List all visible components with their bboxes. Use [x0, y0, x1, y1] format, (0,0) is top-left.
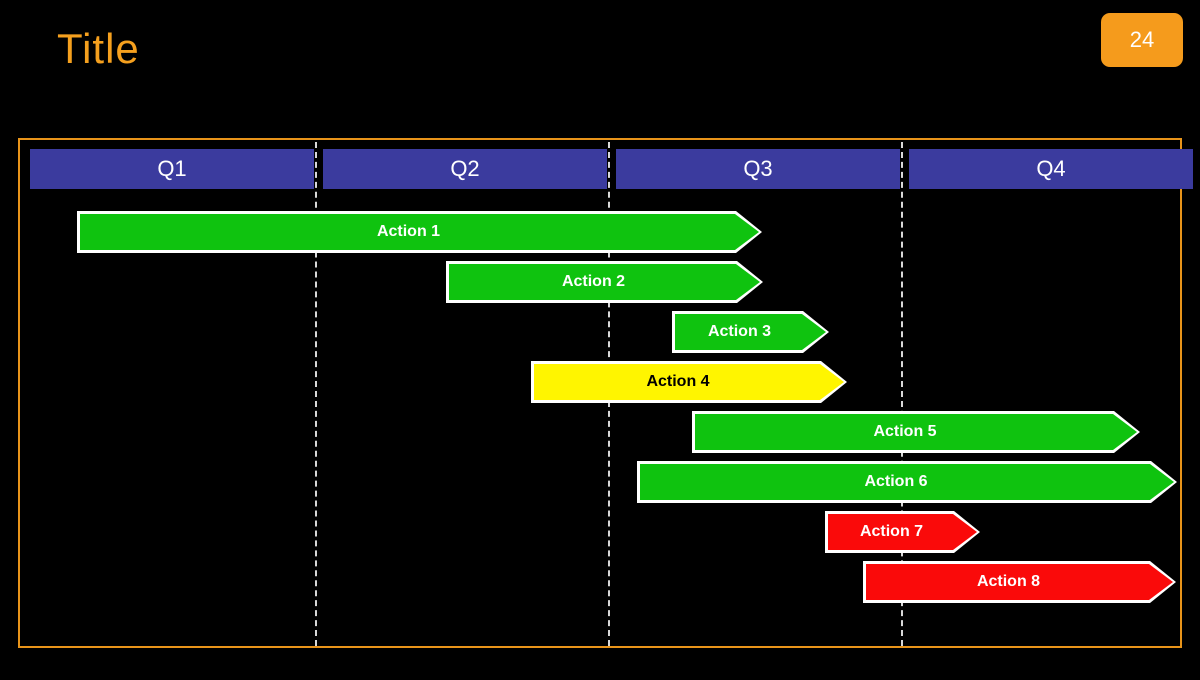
gantt-bar-fill	[80, 214, 759, 250]
gantt-bar-outline	[637, 461, 1177, 503]
gantt-bar-6[interactable]: Action 6	[637, 461, 1177, 503]
quarter-header-q3: Q3	[616, 149, 900, 189]
gantt-bar-4[interactable]: Action 4	[531, 361, 847, 403]
gantt-bar-outline	[77, 211, 762, 253]
gantt-bar-1[interactable]: Action 1	[77, 211, 762, 253]
gantt-bar-7[interactable]: Action 7	[825, 511, 980, 553]
gantt-bar-outline	[672, 311, 829, 353]
gantt-bar-fill	[640, 464, 1174, 500]
quarter-header-label: Q2	[450, 156, 480, 181]
page-number-badge-label: 24	[1129, 27, 1155, 52]
gantt-bar-5[interactable]: Action 5	[692, 411, 1140, 453]
gantt-bar-fill	[866, 564, 1173, 600]
quarter-header-label: Q3	[743, 156, 773, 181]
gantt-bar-outline	[446, 261, 763, 303]
gantt-bar-fill	[695, 414, 1137, 450]
gantt-bar-fill	[675, 314, 826, 350]
quarter-header-q2: Q2	[323, 149, 607, 189]
gantt-bar-fill	[828, 514, 977, 550]
quarter-header-label: Q4	[1036, 156, 1066, 181]
quarter-header-q4: Q4	[909, 149, 1193, 189]
gantt-bar-3[interactable]: Action 3	[672, 311, 829, 353]
gantt-bar-outline	[825, 511, 980, 553]
gantt-bar-fill	[449, 264, 760, 300]
gantt-bar-2[interactable]: Action 2	[446, 261, 763, 303]
gantt-chart-body: Q1 Q2 Q3 Q4 Action 1 Action 2 Action 3 Action 4…	[20, 140, 1193, 646]
gantt-bar-outline	[863, 561, 1176, 603]
gantt-bar-outline	[692, 411, 1140, 453]
gantt-bar-fill	[534, 364, 844, 400]
gantt-bar-8[interactable]: Action 8	[863, 561, 1176, 603]
quarter-header-label: Q1	[157, 156, 187, 181]
gantt-bar-outline	[531, 361, 847, 403]
quarter-header-q1: Q1	[30, 149, 314, 189]
page-title: Title	[57, 25, 140, 72]
gantt-chart-frame: Q1 Q2 Q3 Q4 Action 1 Action 2 Action 3 Action 4…	[18, 138, 1193, 648]
page-number-badge: 24	[1101, 13, 1183, 67]
